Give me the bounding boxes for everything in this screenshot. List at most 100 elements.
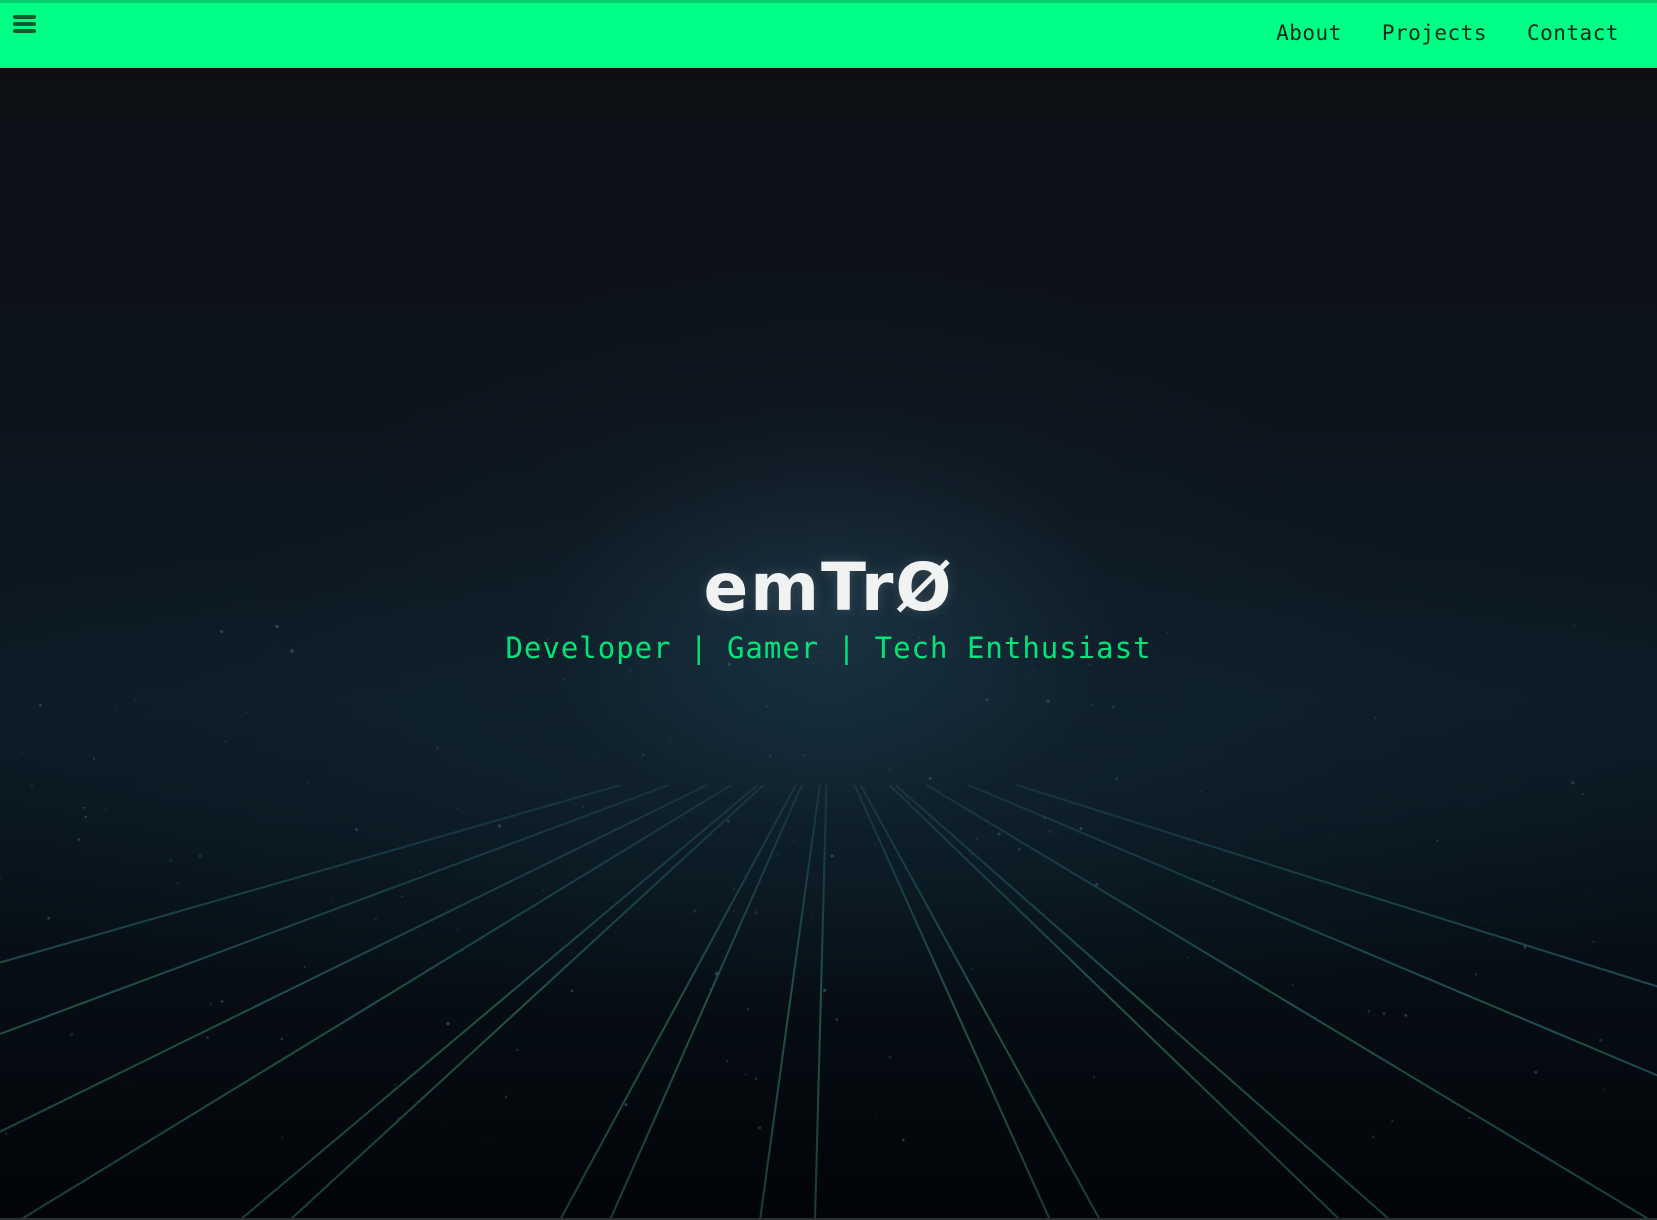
background-particle [397,1117,400,1120]
background-particle [726,1059,729,1063]
background-particle [487,1143,489,1145]
background-particle [969,853,972,856]
background-particle [628,670,632,674]
background-particle [1095,882,1099,887]
grid-perspective-line [609,784,803,1220]
background-particle [220,1000,224,1003]
background-particle [516,1048,519,1051]
background-particle [693,909,697,913]
background-particle [105,809,108,811]
background-particle [280,1037,284,1041]
background-particle [134,699,137,701]
background-particle [1474,973,1477,976]
background-particle [84,815,87,819]
background-particle [1374,716,1377,719]
background-particle [38,703,42,707]
background-particle [176,882,179,885]
background-particle [1382,1012,1386,1015]
hero-content: emTrØ Developer | Gamer | Tech Enthusias… [0,549,1657,666]
background-particle [733,887,736,889]
grid-perspective-line [1016,784,1657,988]
background-particle [1581,792,1584,796]
background-particle [1115,777,1119,781]
grid-perspective-line [814,784,828,1220]
background-particle [776,853,779,856]
background-particle [400,895,404,898]
background-particle [21,751,24,754]
background-particle [669,740,672,743]
background-particle [985,698,989,702]
background-particle [1032,668,1036,671]
background-particle [456,807,459,810]
background-particle [1598,1038,1603,1043]
background-particle [1093,1076,1096,1079]
background-particle [77,837,81,841]
background-particle [888,1055,892,1059]
hero-subtitle: Developer | Gamer | Tech Enthusiast [505,631,1152,665]
grid-perspective-line [859,784,1101,1220]
background-particle [245,711,247,714]
background-particle [823,988,827,992]
grid-perspective-line [968,784,1657,1077]
background-particle [374,917,377,921]
grid-perspective-line [759,784,821,1220]
background-particle [1471,803,1473,805]
background-particle [596,754,598,757]
page: About Projects Contact emTrØ Developer |… [0,0,1657,1220]
background-particle [0,877,2,880]
background-particle [1048,829,1052,833]
hero-section: emTrØ Developer | Gamer | Tech Enthusias… [0,65,1657,1220]
grid-perspective-line [19,784,732,1220]
background-particle [733,910,735,912]
grid-perspective-line [0,784,669,1035]
background-particle [1291,984,1294,987]
nav-link-about[interactable]: About [1276,21,1342,45]
background-particle [30,784,34,788]
background-particle [205,1035,209,1040]
background-particle [457,928,459,931]
background-particle [1436,839,1439,842]
background-particle [1534,1070,1538,1074]
background-particle [1309,695,1311,697]
background-particle [1391,1119,1394,1123]
background-particle [928,777,932,781]
background-particle [874,1114,876,1117]
nav-link-projects[interactable]: Projects [1382,21,1487,45]
background-particle [997,832,1001,836]
nav-link-contact[interactable]: Contact [1527,21,1619,45]
background-particle [394,1083,397,1086]
background-particle [888,769,891,772]
menu-bar [13,22,36,26]
background-particle [811,915,814,918]
background-particle [791,839,793,842]
background-particle [1592,940,1595,943]
background-particle [4,1132,8,1136]
background-particle [542,889,544,892]
background-particle [642,753,645,756]
hero-title: emTrØ [703,549,954,626]
background-particle [1367,1010,1371,1013]
background-particle [754,1077,758,1080]
background-particle [355,828,358,832]
background-particle [1010,824,1012,826]
background-particle [1468,1116,1471,1120]
background-particle [127,1082,129,1084]
background-particle [419,870,421,873]
background-particle [570,989,574,993]
background-particle [709,987,713,991]
background-particle [69,1032,74,1037]
background-particle [582,806,584,808]
grid-perspective-line [289,784,765,1220]
background-particle [561,678,565,681]
grid-perspective-line [0,784,708,1133]
background-particle [92,757,96,760]
hamburger-menu-icon[interactable] [10,11,40,37]
background-particle [1200,790,1202,793]
background-particle [714,971,719,976]
background-particle [303,966,306,968]
background-particle [330,898,333,901]
background-particle [1090,703,1094,707]
background-particle [1348,943,1351,946]
background-particle [1079,827,1083,830]
background-particle [504,1095,508,1099]
